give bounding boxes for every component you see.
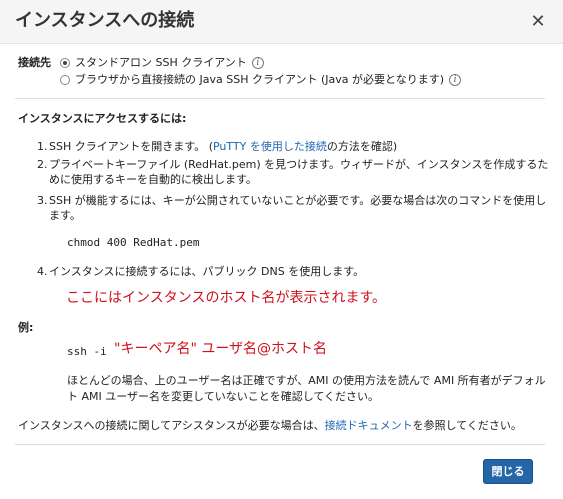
divider (15, 98, 545, 99)
radio-button-checked[interactable] (60, 58, 70, 68)
info-icon[interactable]: i (449, 74, 462, 86)
ssh-command-annotation: "キーペア名" ユーザ名@ホスト名 (114, 341, 328, 357)
connect-dialog: インスタンスへの接続 ✕ 接続先 スタンドアロン SSH クライアント i ブラ… (0, 0, 563, 499)
step-2: 2. プライベートキーファイル (RedHat.pem) を見つけます。ウィザー… (37, 157, 552, 187)
step-3: 3. SSH が機能するには、キーが公開されていないことが必要です。必要な場合は… (37, 193, 552, 223)
radio-button-unchecked[interactable] (60, 75, 70, 85)
step-number: 3. (37, 194, 48, 207)
ssh-command: ssh -i (67, 345, 107, 358)
help-text: インスタンスへの接続に関してアシスタンスが必要な場合は、接続ドキュメントを参照し… (18, 418, 522, 433)
putty-guide-link[interactable]: PuTTY を使用した接続 (213, 140, 327, 153)
step-4: 4. インスタンスに接続するには、パブリック DNS を使用します。 (37, 264, 552, 279)
dns-annotation: ここにはインスタンスのホスト名が表示されます。 (66, 290, 387, 306)
step-number: 2. (37, 158, 48, 171)
help-text-after: を参照してください。 (412, 419, 522, 432)
radio-java-ssh-label: ブラウザから直接接続の Java SSH クライアント (Java が必要となり… (75, 73, 445, 86)
dialog-header: インスタンスへの接続 ✕ (0, 0, 563, 44)
step-3-text: SSH が機能するには、キーが公開されていないことが必要です。必要な場合は次のコ… (49, 194, 547, 222)
step-number: 4. (37, 265, 48, 278)
step-number: 1. (37, 140, 48, 153)
step-1-text-after: の方法を確認) (326, 140, 398, 153)
radio-standalone-ssh[interactable]: スタンドアロン SSH クライアント i (60, 55, 264, 71)
info-icon[interactable]: i (251, 57, 264, 69)
dialog-title: インスタンスへの接続 (15, 10, 195, 31)
username-note: ほとんどの場合、上のユーザー名は正確ですが、AMI の使用方法を読んで AMI … (67, 374, 546, 403)
step-1-text: SSH クライアントを開きます。 (PuTTY を使用した接続の方法を確認) (49, 139, 552, 154)
step-1: 1. SSH クライアントを開きます。 (PuTTY を使用した接続の方法を確認… (37, 139, 552, 154)
connection-method-label: 接続先 (18, 56, 51, 69)
connection-docs-link[interactable]: 接続ドキュメント (325, 419, 413, 432)
close-button[interactable]: 閉じる (483, 459, 533, 484)
radio-java-ssh[interactable]: ブラウザから直接接続の Java SSH クライアント (Java が必要となり… (60, 72, 462, 88)
divider (15, 444, 545, 445)
radio-standalone-ssh-label: スタンドアロン SSH クライアント (75, 56, 247, 69)
close-icon[interactable]: ✕ (528, 12, 548, 32)
step-1-text-before: SSH クライアントを開きます。 ( (49, 140, 213, 153)
chmod-command: chmod 400 RedHat.pem (67, 236, 200, 249)
instructions-title: インスタンスにアクセスするには: (18, 112, 187, 125)
step-2-text: プライベートキーファイル (RedHat.pem) を見つけます。ウィザードが、… (49, 158, 549, 186)
step-4-text: インスタンスに接続するには、パブリック DNS を使用します。 (49, 265, 365, 278)
help-text-before: インスタンスへの接続に関してアシスタンスが必要な場合は、 (18, 419, 325, 432)
example-label: 例: (18, 321, 34, 334)
